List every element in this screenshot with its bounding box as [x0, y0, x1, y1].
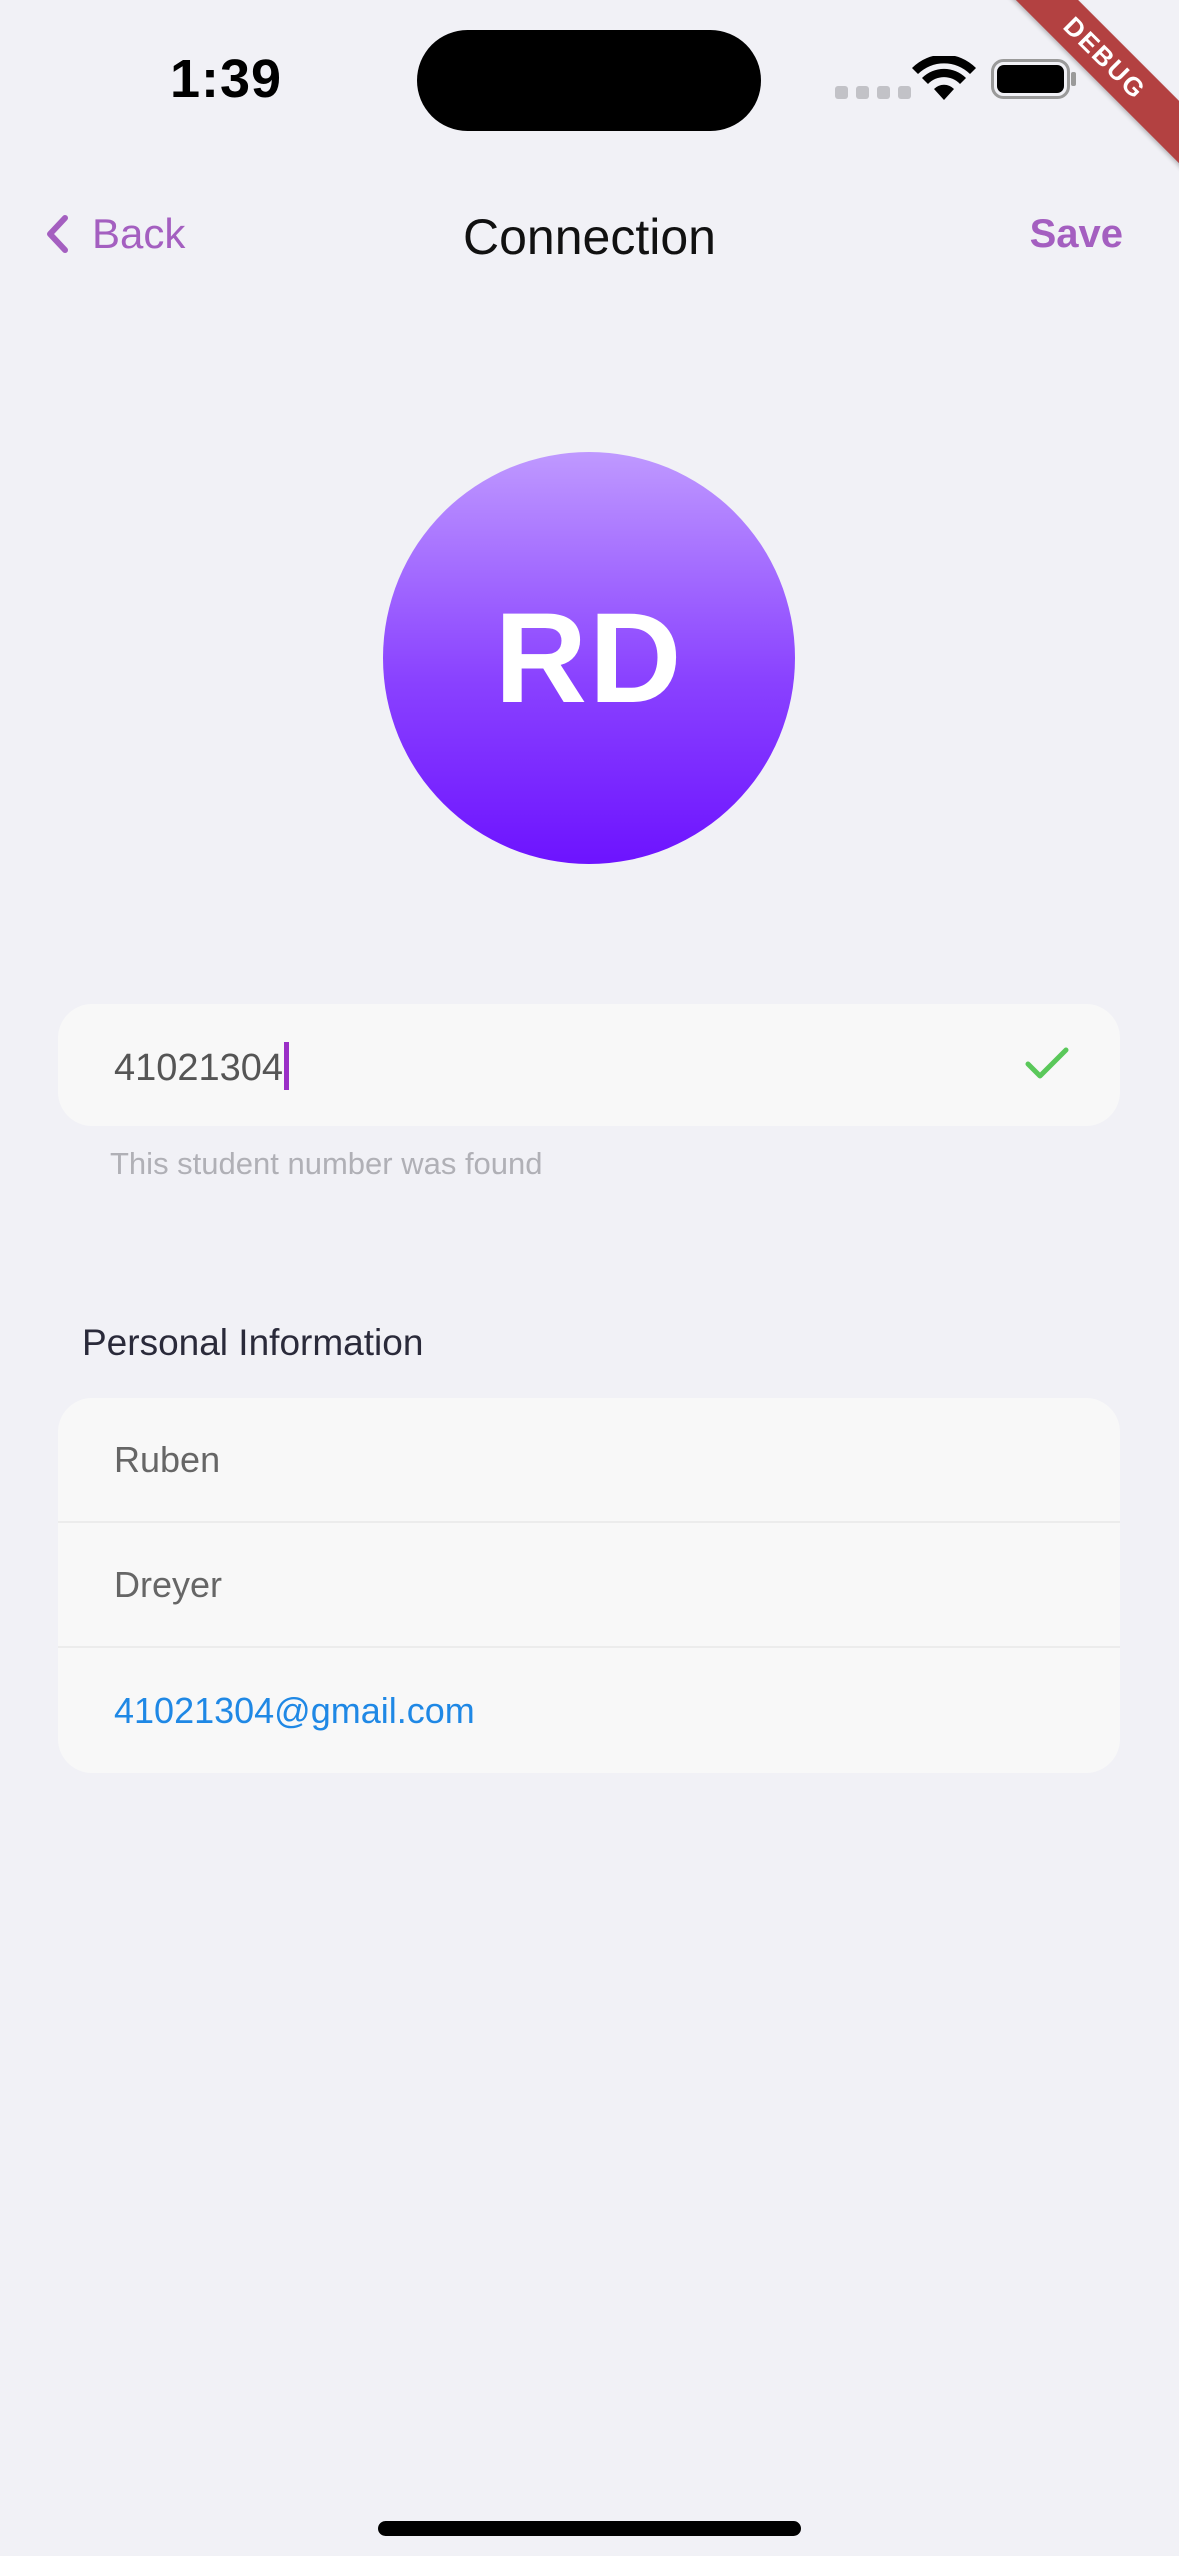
- save-button[interactable]: Save: [1030, 212, 1123, 257]
- battery-icon: [991, 59, 1076, 99]
- chevron-left-icon: [47, 215, 68, 253]
- home-indicator[interactable]: [378, 2521, 801, 2536]
- last-name-field[interactable]: Dreyer: [58, 1523, 1120, 1648]
- cellular-signal-icon: [835, 86, 911, 99]
- back-label: Back: [92, 210, 186, 257]
- student-number-value: 41021304: [114, 1047, 284, 1089]
- avatar: RD: [383, 452, 795, 864]
- wifi-icon: [912, 56, 976, 100]
- first-name-field[interactable]: Ruben: [58, 1398, 1120, 1523]
- email-link[interactable]: 41021304@gmail.com: [58, 1648, 1120, 1773]
- checkmark-icon: [1025, 1047, 1069, 1079]
- avatar-initials: RD: [494, 586, 684, 730]
- personal-info-card: Ruben Dreyer 41021304@gmail.com: [58, 1398, 1120, 1773]
- section-heading: Personal Information: [82, 1322, 424, 1363]
- student-number-hint: This student number was found: [110, 1146, 543, 1181]
- back-button[interactable]: Back: [44, 210, 185, 258]
- student-number-input[interactable]: 41021304: [114, 1042, 290, 1090]
- student-number-field[interactable]: 41021304: [58, 1004, 1120, 1126]
- dynamic-island: [417, 30, 761, 131]
- text-caret: [284, 1042, 290, 1090]
- status-time: 1:39: [170, 49, 283, 109]
